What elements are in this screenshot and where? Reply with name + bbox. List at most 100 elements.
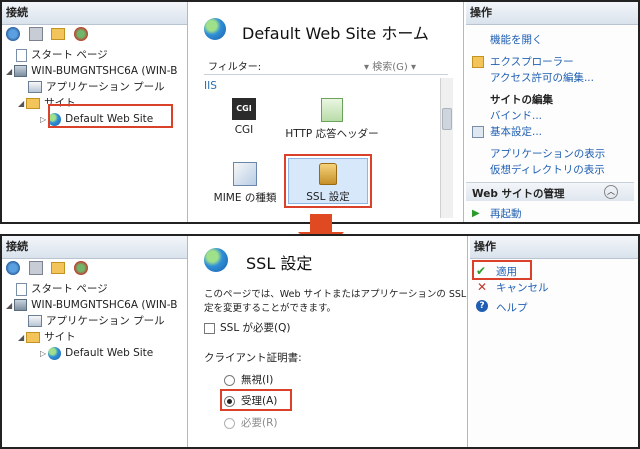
save-icon[interactable] — [28, 261, 43, 275]
connections-toolbar — [6, 27, 93, 45]
feature-cgi[interactable]: CGI CGI — [214, 98, 274, 136]
checkbox-box[interactable] — [204, 322, 215, 334]
tree-item-label: Default Web Site — [65, 347, 154, 359]
highlight-accept — [220, 389, 292, 411]
mime-types-icon — [233, 162, 257, 186]
radio-label: 無視(I) — [241, 374, 274, 386]
page-title: Default Web Site ホーム — [242, 24, 429, 43]
client-cert-label: クライアント証明書: — [204, 352, 302, 364]
tree-item-start-page[interactable]: スタート ページ — [16, 48, 108, 62]
collapse-icon[interactable]: ︿ — [604, 185, 618, 199]
action-explore[interactable]: エクスプローラー — [490, 54, 574, 69]
filter-label: フィルター: — [208, 62, 262, 73]
manage-site-header: Web サイトの管理 ︿ — [466, 182, 634, 201]
disconnect-icon[interactable] — [73, 27, 88, 41]
tree-item-label: WIN-BUMGNTSHC6A (WIN-B — [31, 299, 178, 311]
tree-item-label: アプリケーション プール — [46, 81, 165, 93]
help-icon: ? — [476, 300, 488, 312]
action-basic-settings[interactable]: 基本設定... — [490, 124, 542, 139]
highlight-default-web-site — [48, 104, 173, 128]
radio-label: 必要(R) — [241, 417, 278, 429]
tree-item-app-pools[interactable]: アプリケーション プール — [28, 80, 165, 94]
server-icon — [14, 65, 28, 77]
sites-folder-icon — [26, 97, 41, 109]
action-view-virtual-dirs[interactable]: 仮想ディレクトリの表示 — [490, 162, 605, 177]
cgi-icon: CGI — [232, 98, 256, 120]
site-globe-icon — [204, 18, 226, 40]
radio-ignore[interactable]: 無視(I) — [224, 372, 273, 387]
connect-icon[interactable] — [6, 27, 20, 41]
require-ssl-checkbox[interactable]: SSL が必要(Q) — [204, 320, 290, 335]
section-manage-site: Web サイトの管理 — [472, 188, 565, 200]
connections-toolbar — [6, 261, 93, 279]
tree-item-label: スタート ページ — [31, 49, 108, 61]
section-iis: IIS — [204, 80, 217, 92]
actions-header: 操作 — [466, 2, 638, 25]
center-pane: SSL 設定 このページでは、Web サイトまたはアプリケーションの SSL 設… — [190, 236, 468, 447]
feature-label: CGI — [234, 124, 254, 136]
tree-item-label: サイト — [44, 331, 76, 343]
radio-button[interactable] — [224, 374, 235, 386]
action-cancel[interactable]: キャンセル — [496, 280, 549, 295]
require-ssl-label: SSL が必要(Q) — [220, 322, 291, 334]
connections-header: 接続 — [2, 2, 187, 25]
start-page-icon — [16, 48, 27, 62]
connections-pane: 接続 スタート ページ ◢ WIN-BUMGNTSHC6A (WIN-B アプリケ… — [2, 236, 188, 447]
action-edit-permissions[interactable]: アクセス許可の編集... — [490, 70, 594, 85]
tree-item-start-page[interactable]: スタート ページ — [16, 282, 108, 296]
actions-pane: 操作 機能を開く エクスプローラー アクセス許可の編集... サイトの編集 バイ… — [466, 2, 638, 222]
tree-item-server[interactable]: ◢ WIN-BUMGNTSHC6A (WIN-B — [6, 64, 177, 78]
restart-icon: ▶ — [472, 208, 480, 219]
bottom-iis-window: 接続 スタート ページ ◢ WIN-BUMGNTSHC6A (WIN-B アプリケ… — [0, 234, 640, 449]
disconnect-icon[interactable] — [73, 261, 88, 275]
tree-item-label: アプリケーション プール — [46, 315, 165, 327]
search-button[interactable]: ▾ 検索(G) ▾ — [364, 58, 416, 73]
filter-bar: フィルター: ▾ 検索(G) ▾ — [204, 54, 448, 75]
action-open-feature[interactable]: 機能を開く — [490, 32, 543, 47]
server-icon — [14, 299, 28, 311]
globe-icon — [48, 346, 62, 360]
action-help[interactable]: ヘルプ — [496, 300, 528, 315]
tree-item-default-web-site[interactable]: ▷ Default Web Site — [40, 346, 153, 360]
actions-pane: 操作 ✔ 適用 ✕ キャンセル ? ヘルプ — [470, 236, 638, 447]
connections-header: 接続 — [2, 236, 187, 259]
save-icon[interactable] — [28, 27, 43, 41]
up-folder-icon[interactable] — [51, 28, 65, 40]
up-folder-icon[interactable] — [51, 262, 65, 274]
tree-item-label: WIN-BUMGNTSHC6A (WIN-B — [31, 65, 178, 77]
tree-item-server[interactable]: ◢ WIN-BUMGNTSHC6A (WIN-B — [6, 298, 177, 312]
description-line-2: 定を変更することができます。 — [204, 303, 337, 314]
search-label: 検索(G) — [372, 62, 408, 73]
feature-http-headers[interactable]: HTTP 応答ヘッダー — [284, 98, 380, 141]
tree-item-label: スタート ページ — [31, 283, 108, 295]
filter-input[interactable] — [264, 56, 354, 70]
center-scrollbar[interactable] — [440, 78, 453, 218]
action-bindings[interactable]: バインド... — [490, 108, 542, 123]
action-view-applications[interactable]: アプリケーションの表示 — [490, 146, 605, 161]
basic-settings-icon — [472, 126, 484, 138]
cancel-icon: ✕ — [477, 280, 488, 294]
feature-label: HTTP 応答ヘッダー — [285, 128, 379, 140]
funnel-icon: ▾ — [364, 62, 373, 73]
feature-mime-types[interactable]: MIME の種類 — [210, 162, 280, 205]
app-pool-icon — [28, 81, 42, 93]
center-pane: Default Web Site ホーム フィルター: ▾ 検索(G) ▾ II… — [190, 2, 464, 222]
app-pool-icon — [28, 315, 42, 327]
page-title: SSL 設定 — [246, 254, 313, 273]
scroll-thumb[interactable] — [442, 108, 452, 130]
highlight-apply — [472, 260, 532, 280]
radio-button[interactable] — [224, 417, 235, 429]
site-globe-icon — [204, 248, 228, 272]
chevron-down-icon: ▾ — [410, 62, 416, 73]
feature-label: MIME の種類 — [213, 192, 277, 204]
tree-item-sites[interactable]: ◢ サイト — [18, 330, 76, 344]
radio-require[interactable]: 必要(R) — [224, 415, 278, 430]
explorer-icon — [472, 56, 484, 68]
tree-item-app-pools[interactable]: アプリケーション プール — [28, 314, 165, 328]
start-page-icon — [16, 282, 27, 296]
connect-icon[interactable] — [6, 261, 20, 275]
highlight-ssl-settings — [284, 154, 372, 208]
top-iis-window: 接続 スタート ページ ◢ WIN-BUMGNTSHC6A (WIN-B アプリケ… — [0, 0, 640, 224]
sites-folder-icon — [26, 331, 41, 343]
action-restart[interactable]: 再起動 — [490, 206, 522, 221]
